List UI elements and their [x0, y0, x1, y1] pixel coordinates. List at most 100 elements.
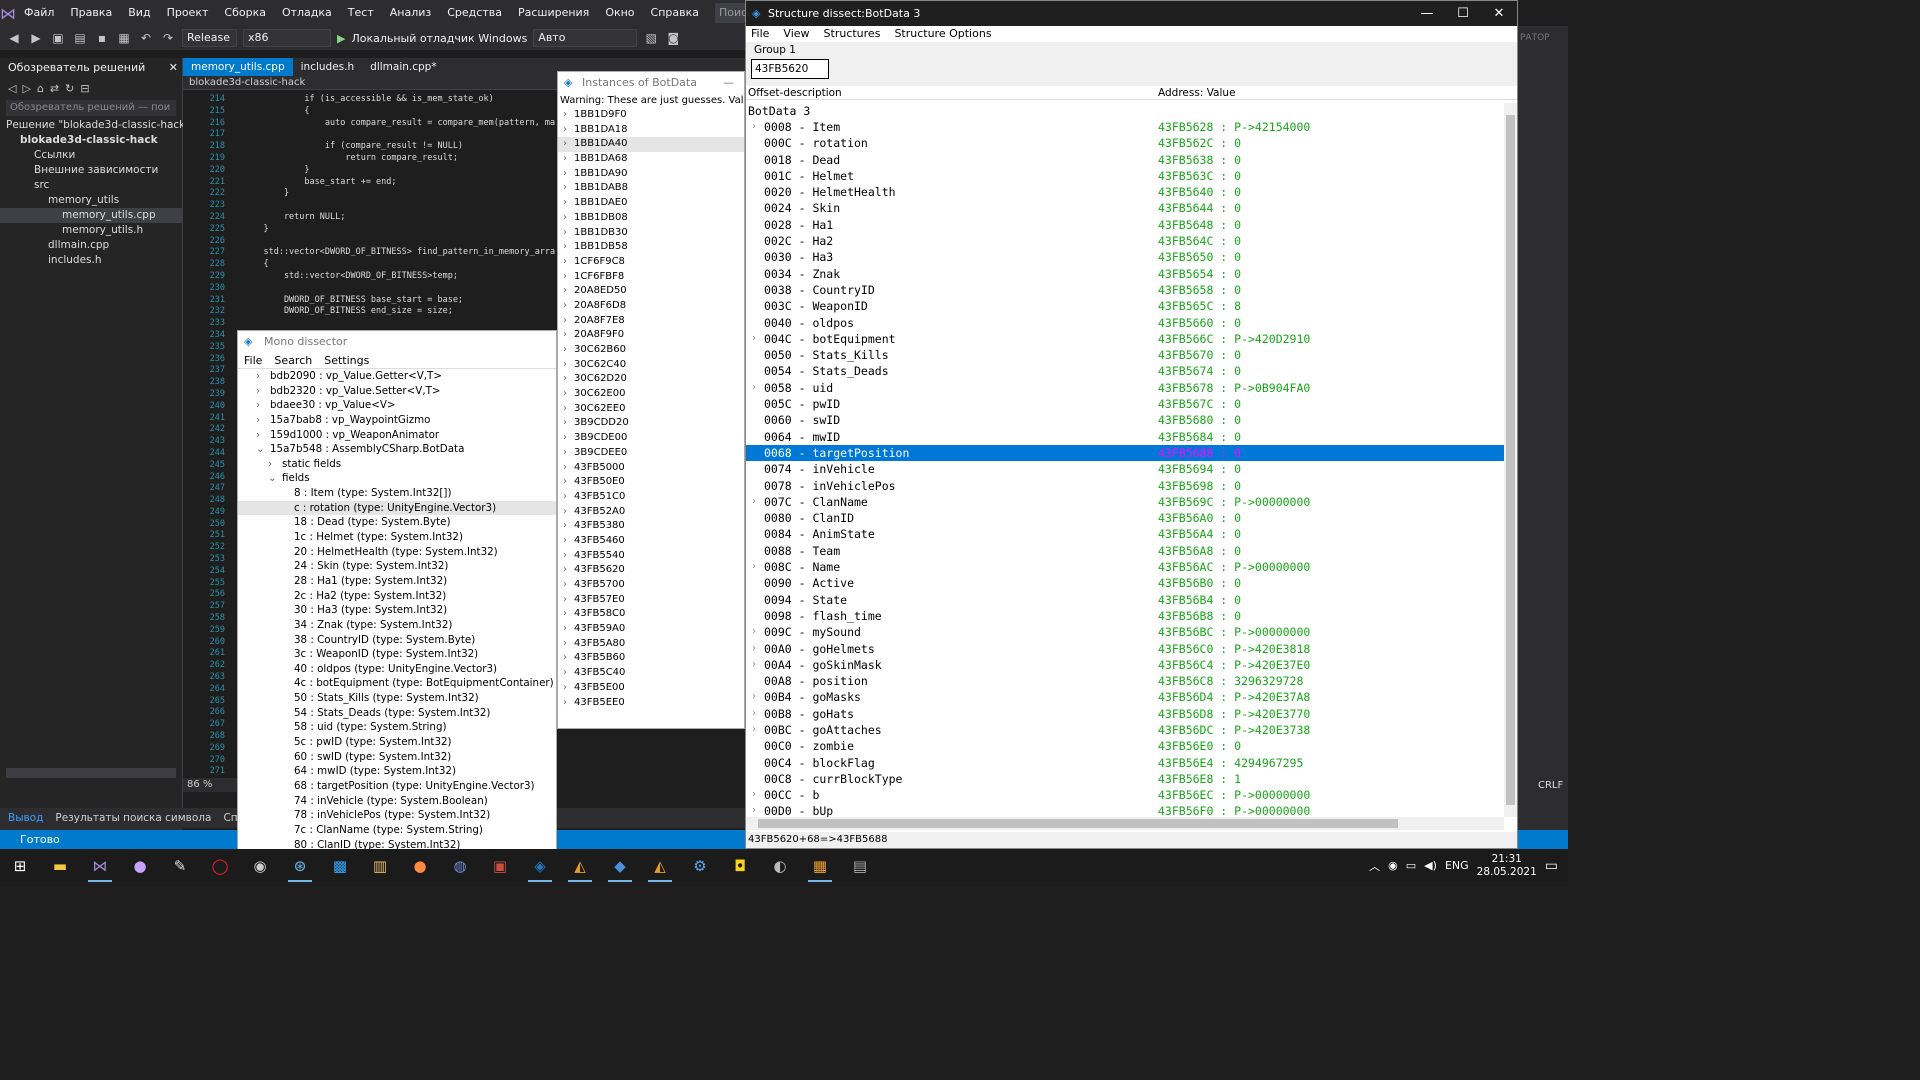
refresh-icon[interactable]: ↻ — [65, 82, 74, 95]
struct-row[interactable]: 0074 - inVehicle 43FB5694 : 0 — [746, 461, 1504, 477]
struct-row[interactable]: 0078 - inVehiclePos 43FB5698 : 0 — [746, 478, 1504, 494]
app-orange-icon[interactable]: ● — [400, 849, 440, 882]
app-blue-icon[interactable]: ◆ — [600, 849, 640, 882]
struct-row[interactable]: 00C0 - zombie 43FB56E0 : 0 — [746, 738, 1504, 754]
archive-icon[interactable]: ▥ — [360, 849, 400, 882]
network-tool-icon[interactable]: ⚙ — [680, 849, 720, 882]
tree-item[interactable]: includes.h — [0, 253, 182, 268]
game-icon[interactable]: ▣ — [480, 849, 520, 882]
menu-item[interactable]: Файл — [16, 0, 62, 26]
mono-tree-item[interactable]: 74 : inVehicle (type: System.Boolean) — [238, 794, 556, 809]
menu-item[interactable]: Окно — [597, 0, 642, 26]
mono-tree-item[interactable]: › bdb2090 : vp_Value.Getter<V,T> — [238, 369, 556, 384]
mono-tree-item[interactable]: 18 : Dead (type: System.Byte) — [238, 515, 556, 530]
mono-tree-item[interactable]: 50 : Stats_Kills (type: System.Int32) — [238, 691, 556, 706]
expand-icon[interactable]: › — [751, 559, 757, 575]
expand-icon[interactable]: › — [268, 457, 272, 472]
menu-item[interactable]: Расширения — [510, 0, 597, 26]
open-icon[interactable]: ▤ — [72, 30, 88, 46]
volume-icon[interactable]: ◀) — [1424, 859, 1437, 872]
menu-item[interactable]: Проект — [159, 0, 217, 26]
struct-row[interactable]: › 004C - botEquipment 43FB566C : P->420D29… — [746, 331, 1504, 347]
mono-tree-item[interactable]: 8 : Item (type: System.Int32[]) — [238, 486, 556, 501]
discord-icon[interactable]: ◍ — [440, 849, 480, 882]
expand-icon[interactable]: › — [751, 722, 757, 738]
expand-icon[interactable]: › — [256, 398, 260, 413]
struct-row[interactable]: › 00A4 - goSkinMask 43FB56C4 : P->420E37E0 — [746, 657, 1504, 673]
struct-row[interactable]: 0034 - Znak 43FB5654 : 0 — [746, 266, 1504, 282]
instance-item[interactable]: 1BB1D9F0 — [558, 108, 744, 123]
instance-item[interactable]: 20A8F9F0 — [558, 328, 744, 343]
struct-row[interactable]: 0090 - Active 43FB56B0 : 0 — [746, 575, 1504, 591]
forward-icon[interactable]: ▶ — [28, 30, 44, 46]
instance-item[interactable]: 43FB5540 — [558, 549, 744, 564]
menu-item[interactable]: Сборка — [216, 0, 274, 26]
instance-item[interactable]: 43FB5B60 — [558, 651, 744, 666]
struct-row[interactable]: 000C - rotation 43FB562C : 0 — [746, 135, 1504, 151]
struct-row[interactable]: 0040 - oldpos 43FB5660 : 0 — [746, 315, 1504, 331]
tree-item[interactable]: src — [0, 178, 182, 193]
struct-row[interactable]: › 0008 - Item 43FB5628 : P->42154000 — [746, 119, 1504, 135]
tree-item[interactable]: Внешние зависимости — [0, 163, 182, 178]
instance-item[interactable]: 3B9CDD20 — [558, 416, 744, 431]
instance-item[interactable]: 1BB1DB58 — [558, 240, 744, 255]
menu-item[interactable]: Анализ — [382, 0, 440, 26]
struct-row[interactable]: 0054 - Stats_Deads 43FB5674 : 0 — [746, 363, 1504, 379]
mono-menu-item[interactable]: Settings — [324, 353, 369, 369]
struct-row[interactable]: 00C4 - blockFlag 43FB56E4 : 4294967295 — [746, 755, 1504, 771]
struct-row[interactable]: 00A8 - position 43FB56C8 : 3296329728 — [746, 673, 1504, 689]
tree-item[interactable]: memory_utils.cpp — [0, 208, 182, 223]
new-project-icon[interactable]: ▣ — [50, 30, 66, 46]
expand-icon[interactable]: ⌄ — [268, 471, 277, 486]
menu-item[interactable]: Средства — [439, 0, 510, 26]
editor-tab[interactable]: memory_utils.cpp — [183, 58, 293, 76]
tree-item[interactable]: memory_utils.h — [0, 223, 182, 238]
solution-hscrollbar[interactable] — [6, 768, 176, 778]
editor-tab[interactable]: dllmain.cpp* — [362, 58, 444, 76]
struct-row[interactable]: 0050 - Stats_Kills 43FB5670 : 0 — [746, 347, 1504, 363]
mono-tree-item[interactable]: 20 : HelmetHealth (type: System.Int32) — [238, 545, 556, 560]
output-tab[interactable]: Вывод — [8, 808, 43, 828]
back-icon[interactable]: ◁ — [8, 82, 16, 95]
sd-hscroll-thumb[interactable] — [758, 819, 1398, 828]
instance-item[interactable]: 1BB1DAE0 — [558, 196, 744, 211]
steam-icon[interactable]: ⊛ — [280, 849, 320, 882]
instance-item[interactable]: 20A8F7E8 — [558, 314, 744, 329]
expand-icon[interactable]: › — [256, 369, 260, 384]
mono-tree-item[interactable]: ⌄ 15a7b548 : AssemblyCSharp.BotData — [238, 442, 556, 457]
language-indicator[interactable]: ENG — [1445, 859, 1469, 872]
instance-item[interactable]: 43FB58C0 — [558, 607, 744, 622]
opera-icon[interactable]: ◯ — [200, 849, 240, 882]
struct-row[interactable]: 0030 - Ha3 43FB5650 : 0 — [746, 249, 1504, 265]
struct-row[interactable]: › 008C - Name 43FB56AC : P->00000000 — [746, 559, 1504, 575]
instance-item[interactable]: 43FB5460 — [558, 534, 744, 549]
instance-item[interactable]: 43FB5620 — [558, 563, 744, 578]
line-ending[interactable]: CRLF — [1538, 780, 1563, 791]
struct-row[interactable]: 0020 - HelmetHealth 43FB5640 : 0 — [746, 184, 1504, 200]
mono-tree-item[interactable]: 54 : Stats_Deads (type: System.Int32) — [238, 706, 556, 721]
expand-icon[interactable]: › — [751, 787, 757, 803]
mono-tree-item[interactable]: 38 : CountryID (type: System.Byte) — [238, 633, 556, 648]
instance-item[interactable]: 43FB52A0 — [558, 505, 744, 520]
close-icon[interactable]: ✕ — [1481, 1, 1517, 26]
expand-icon[interactable]: › — [256, 428, 260, 443]
config-select[interactable]: Release — [182, 29, 237, 47]
instance-item[interactable]: 3B9CDE00 — [558, 431, 744, 446]
sd-menu-item[interactable]: Structure Options — [894, 26, 991, 42]
expand-icon[interactable]: › — [751, 641, 757, 657]
sd-vscrollbar[interactable] — [1504, 103, 1517, 817]
instance-item[interactable]: 30C62D20 — [558, 372, 744, 387]
struct-row[interactable]: › 00A0 - goHelmets 43FB56C0 : P->420E3818 — [746, 641, 1504, 657]
tree-item[interactable]: memory_utils — [0, 193, 182, 208]
instance-item[interactable]: 43FB5A80 — [558, 637, 744, 652]
debugger-select[interactable]: Локальный отладчик Windows — [351, 32, 527, 45]
file-explorer-icon[interactable]: ▬ — [40, 849, 80, 882]
output-tab[interactable]: Результаты поиска символа — [55, 808, 211, 828]
editor-tab[interactable]: includes.h — [293, 58, 363, 76]
instance-item[interactable]: 1CF6F9C8 — [558, 255, 744, 270]
save-all-icon[interactable]: ▦ — [116, 30, 132, 46]
expand-icon[interactable]: › — [751, 380, 757, 396]
menu-item[interactable]: Отладка — [274, 0, 340, 26]
struct-row[interactable]: 0018 - Dead 43FB5638 : 0 — [746, 152, 1504, 168]
struct-row[interactable]: 0068 - targetPosition 43FB5688 : 0 — [746, 444, 1504, 462]
